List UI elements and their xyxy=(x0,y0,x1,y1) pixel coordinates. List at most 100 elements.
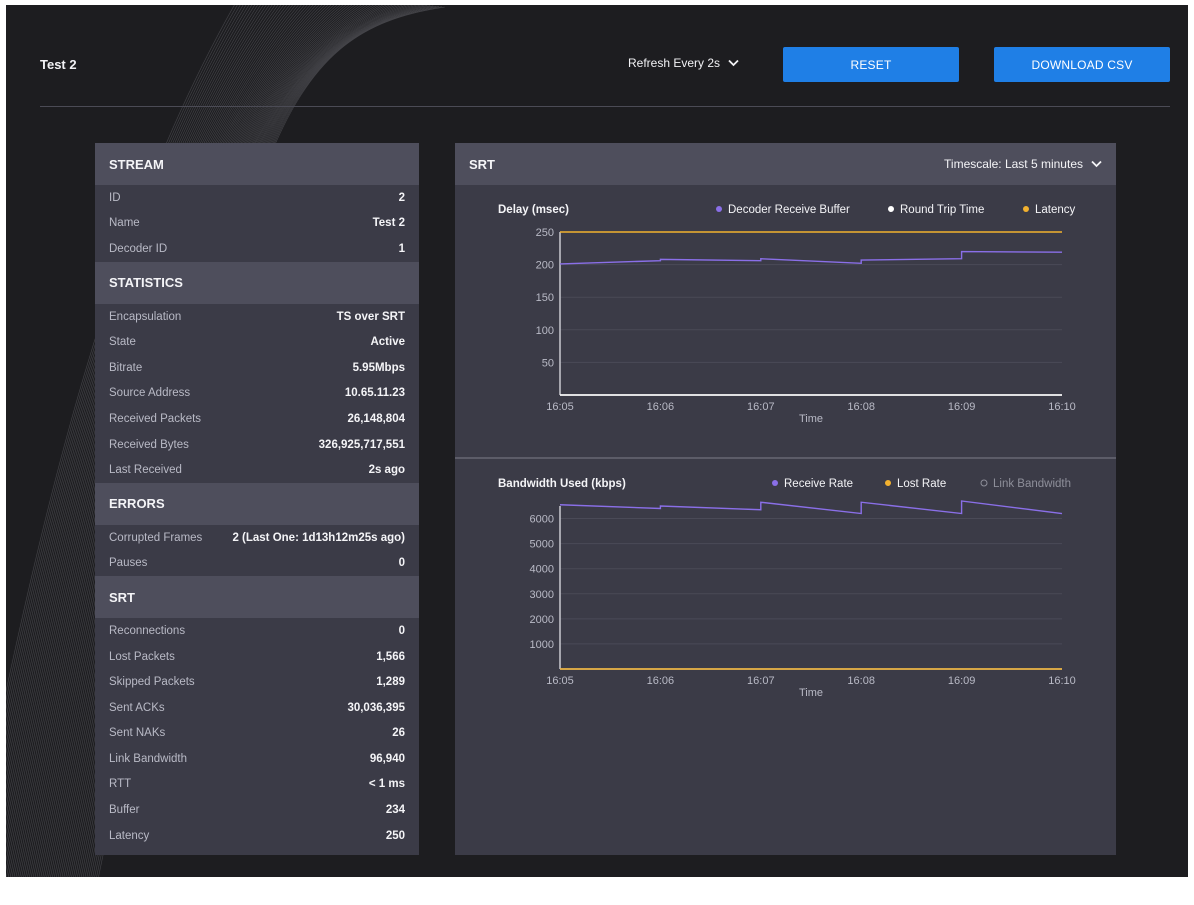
stat-label: Link Bandwidth xyxy=(109,752,187,765)
srt-charts-panel: SRT Timescale: Last 5 minutes Delay (mse… xyxy=(455,143,1116,855)
stat-label: Pauses xyxy=(109,557,148,570)
y-tick-label: 6000 xyxy=(530,514,554,526)
stat-value: 0 xyxy=(398,624,405,637)
chevron-down-icon xyxy=(728,59,739,67)
stat-label: Reconnections xyxy=(109,624,186,637)
download-csv-button[interactable]: DOWNLOAD CSV xyxy=(994,47,1170,82)
stat-label: Latency xyxy=(109,829,150,842)
stat-label: Last Received xyxy=(109,464,182,477)
section-header-srt: SRT xyxy=(95,576,419,619)
section-header-errors: ERRORS xyxy=(95,482,419,525)
legend-label: Round Trip Time xyxy=(900,204,984,216)
legend-label: Decoder Receive Buffer xyxy=(728,204,850,216)
legend-label: Latency xyxy=(1035,204,1076,216)
stat-value: 5.95Mbps xyxy=(352,361,405,374)
y-tick-label: 1000 xyxy=(530,639,554,651)
stat-row-pauses: Pauses 0 xyxy=(95,551,419,577)
stat-label: Lost Packets xyxy=(109,650,175,663)
stat-value: 2s ago xyxy=(368,464,405,477)
y-tick-label: 5000 xyxy=(530,539,554,551)
legend-swatch xyxy=(716,206,722,212)
chart-title: Delay (msec) xyxy=(498,204,569,216)
refresh-dropdown[interactable]: Refresh Every 2s xyxy=(628,56,739,70)
section-header-statistics: STATISTICS xyxy=(95,261,419,304)
chevron-down-icon xyxy=(1091,160,1102,168)
stat-label: Name xyxy=(109,217,140,230)
stat-value: 1,289 xyxy=(376,676,405,689)
stat-value: < 1 ms xyxy=(368,778,405,791)
stat-value: 1,566 xyxy=(376,650,405,663)
stat-label: Skipped Packets xyxy=(109,676,195,689)
stat-row-latency: Latency 250 xyxy=(95,823,419,849)
delay-chart: Delay (msec) Decoder Receive Buffer Round … xyxy=(498,204,1076,425)
stat-label: State xyxy=(109,336,136,349)
x-tick-label: 16:07 xyxy=(747,401,775,413)
header-divider xyxy=(40,106,1170,107)
reset-button[interactable]: RESET xyxy=(783,47,959,82)
stream-details-panel: STREAM ID 2 Name Test 2 Decoder ID 1 STATISTICS… xyxy=(95,143,419,855)
y-tick-label: 100 xyxy=(536,325,554,337)
stat-label: ID xyxy=(109,191,121,204)
stat-row-name: Name Test 2 xyxy=(95,211,419,237)
stat-row-decoder-id: Decoder ID 1 xyxy=(95,236,419,262)
legend-swatch xyxy=(980,479,988,487)
stat-row-last-received: Last Received 2s ago xyxy=(95,457,419,483)
stat-value: 2 xyxy=(398,191,405,204)
refresh-label: Refresh Every 2s xyxy=(628,56,721,70)
stat-row-link-bandwidth: Link Bandwidth 96,940 xyxy=(95,746,419,772)
legend-swatch xyxy=(888,206,894,212)
stat-row-bitrate: Bitrate 5.95Mbps xyxy=(95,355,419,381)
legend-swatch xyxy=(1023,206,1029,212)
section-header-stream: STREAM xyxy=(95,143,419,185)
stat-label: Buffer xyxy=(109,804,140,817)
y-tick-label: 150 xyxy=(536,292,554,304)
stat-value: 326,925,717,551 xyxy=(318,438,405,451)
x-axis-label: Time xyxy=(799,687,823,699)
y-tick-label: 4000 xyxy=(530,564,554,576)
stat-label: Sent ACKs xyxy=(109,701,165,714)
stat-label: Received Bytes xyxy=(109,438,189,451)
srt-panel-header: SRT Timescale: Last 5 minutes xyxy=(455,143,1116,185)
stat-label: Source Address xyxy=(109,387,191,400)
stat-label: Encapsulation xyxy=(109,310,182,323)
y-tick-label: 50 xyxy=(542,357,554,369)
stat-value: 1 xyxy=(398,242,405,255)
stat-value: 96,940 xyxy=(369,752,405,765)
x-tick-label: 16:06 xyxy=(647,675,675,687)
stat-value: 26 xyxy=(392,727,405,740)
legend-label: Lost Rate xyxy=(897,478,946,490)
stat-value: TS over SRT xyxy=(336,310,405,323)
x-tick-label: 16:10 xyxy=(1048,675,1076,687)
stat-value: 250 xyxy=(385,829,405,842)
stat-value: 10.65.11.23 xyxy=(344,387,405,400)
stat-label: Decoder ID xyxy=(109,242,168,255)
y-tick-label: 3000 xyxy=(530,589,554,601)
stat-row-sent-naks: Sent NAKs 26 xyxy=(95,721,419,747)
legend-swatch xyxy=(885,480,891,486)
stat-label: Bitrate xyxy=(109,361,143,374)
y-tick-label: 250 xyxy=(536,227,554,239)
x-tick-label: 16:07 xyxy=(747,675,775,687)
stat-label: Sent NAKs xyxy=(109,727,166,740)
y-tick-label: 2000 xyxy=(530,614,554,626)
stat-value: Active xyxy=(370,336,405,349)
stat-label: RTT xyxy=(109,778,132,791)
bandwidth-chart: Bandwidth Used (kbps) Receive Rate Lost Ra… xyxy=(498,478,1076,699)
app-frame: Test 2 Refresh Every 2s RESET DOWNLOAD C… xyxy=(6,5,1188,877)
timescale-dropdown[interactable]: Timescale: Last 5 minutes xyxy=(944,157,1102,171)
x-tick-label: 16:08 xyxy=(847,675,875,687)
page-title: Test 2 xyxy=(40,57,77,72)
x-tick-label: 16:10 xyxy=(1048,401,1076,413)
x-tick-label: 16:06 xyxy=(647,401,675,413)
x-tick-label: 16:09 xyxy=(948,675,976,687)
stat-value: 2 (Last One: 1d13h12m25s ago) xyxy=(232,531,405,544)
stat-value: Test 2 xyxy=(372,217,405,230)
stat-row-lost-packets: Lost Packets 1,566 xyxy=(95,644,419,670)
stat-row-skipped-packets: Skipped Packets 1,289 xyxy=(95,669,419,695)
x-axis-label: Time xyxy=(799,413,823,425)
stat-row-rtt: RTT < 1 ms xyxy=(95,772,419,798)
stat-value: 30,036,395 xyxy=(347,701,405,714)
stat-label: Received Packets xyxy=(109,412,202,425)
stat-row-buffer: Buffer 234 xyxy=(95,797,419,823)
legend-label: Link Bandwidth xyxy=(993,478,1071,490)
